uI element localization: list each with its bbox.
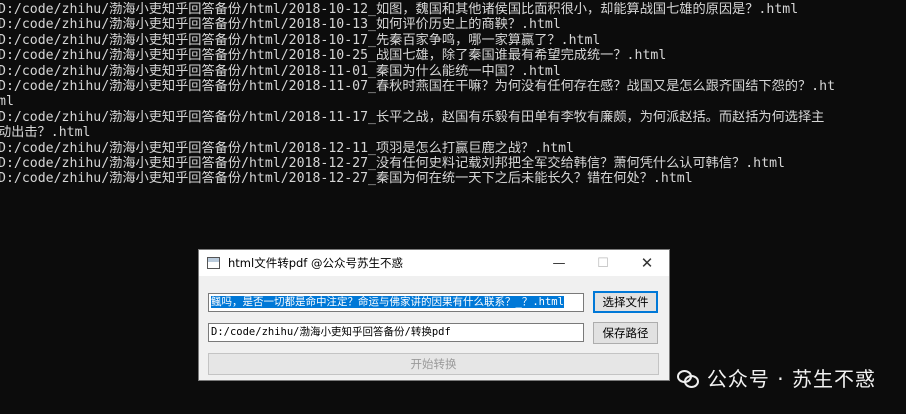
console-line: ml xyxy=(0,94,14,110)
start-convert-button[interactable]: 开始转换 xyxy=(208,353,659,375)
save-path-button[interactable]: 保存路径 xyxy=(593,322,658,344)
minimize-button[interactable]: — xyxy=(537,250,581,276)
wechat-icon xyxy=(676,369,699,388)
watermark-text: 公众号 · 苏生不惑 xyxy=(706,367,876,391)
file-input[interactable]: 鲺吗，是否一切都是命中注定？命运与佛家讲的因果有什么联系？_？.html xyxy=(208,293,584,312)
console-line: D:/code/zhihu/渤海小吏知乎回答备份/html/2018-12-27… xyxy=(0,171,693,187)
console-line: D:/code/zhihu/渤海小吏知乎回答备份/html/2018-12-27… xyxy=(0,155,785,171)
select-file-button[interactable]: 选择文件 xyxy=(593,291,658,313)
dialog-title: html文件转pdf @公众号苏生不惑 xyxy=(228,256,403,270)
dialog-titlebar[interactable]: html文件转pdf @公众号苏生不惑 — ☐ ✕ xyxy=(199,250,669,276)
console-line: D:/code/zhihu/渤海小吏知乎回答备份/html/2018-11-01… xyxy=(0,63,561,79)
close-button[interactable]: ✕ xyxy=(625,250,669,276)
save-path-input[interactable]: D:/code/zhihu/渤海小吏知乎回答备份/转换pdf xyxy=(208,323,584,342)
console-line: D:/code/zhihu/渤海小吏知乎回答备份/html/2018-10-13… xyxy=(0,17,561,33)
converter-dialog: html文件转pdf @公众号苏生不惑 — ☐ ✕ 鲺吗，是否一切都是命中注定？… xyxy=(198,249,670,381)
console-output: D:/code/zhihu/渤海小吏知乎回答备份/html/2018-10-12… xyxy=(0,2,906,187)
console-line: D:/code/zhihu/渤海小吏知乎回答备份/html/2018-11-17… xyxy=(0,109,825,125)
watermark: 公众号 · 苏生不惑 xyxy=(676,363,876,392)
console-line: D:/code/zhihu/渤海小吏知乎回答备份/html/2018-11-07… xyxy=(0,78,836,94)
maximize-button[interactable]: ☐ xyxy=(581,250,625,276)
console-line: D:/code/zhihu/渤海小吏知乎回答备份/html/2018-10-25… xyxy=(0,48,667,64)
file-input-value: 鲺吗，是否一切都是命中注定？命运与佛家讲的因果有什么联系？_？.html xyxy=(211,296,564,308)
console-line: 动出击？.html xyxy=(0,125,91,141)
console-line: D:/code/zhihu/渤海小吏知乎回答备份/html/2018-10-17… xyxy=(0,32,601,48)
console-line: D:/code/zhihu/渤海小吏知乎回答备份/html/2018-12-11… xyxy=(0,140,574,156)
app-window-icon xyxy=(207,257,220,269)
console-line: D:/code/zhihu/渤海小吏知乎回答备份/html/2018-10-12… xyxy=(0,2,799,17)
